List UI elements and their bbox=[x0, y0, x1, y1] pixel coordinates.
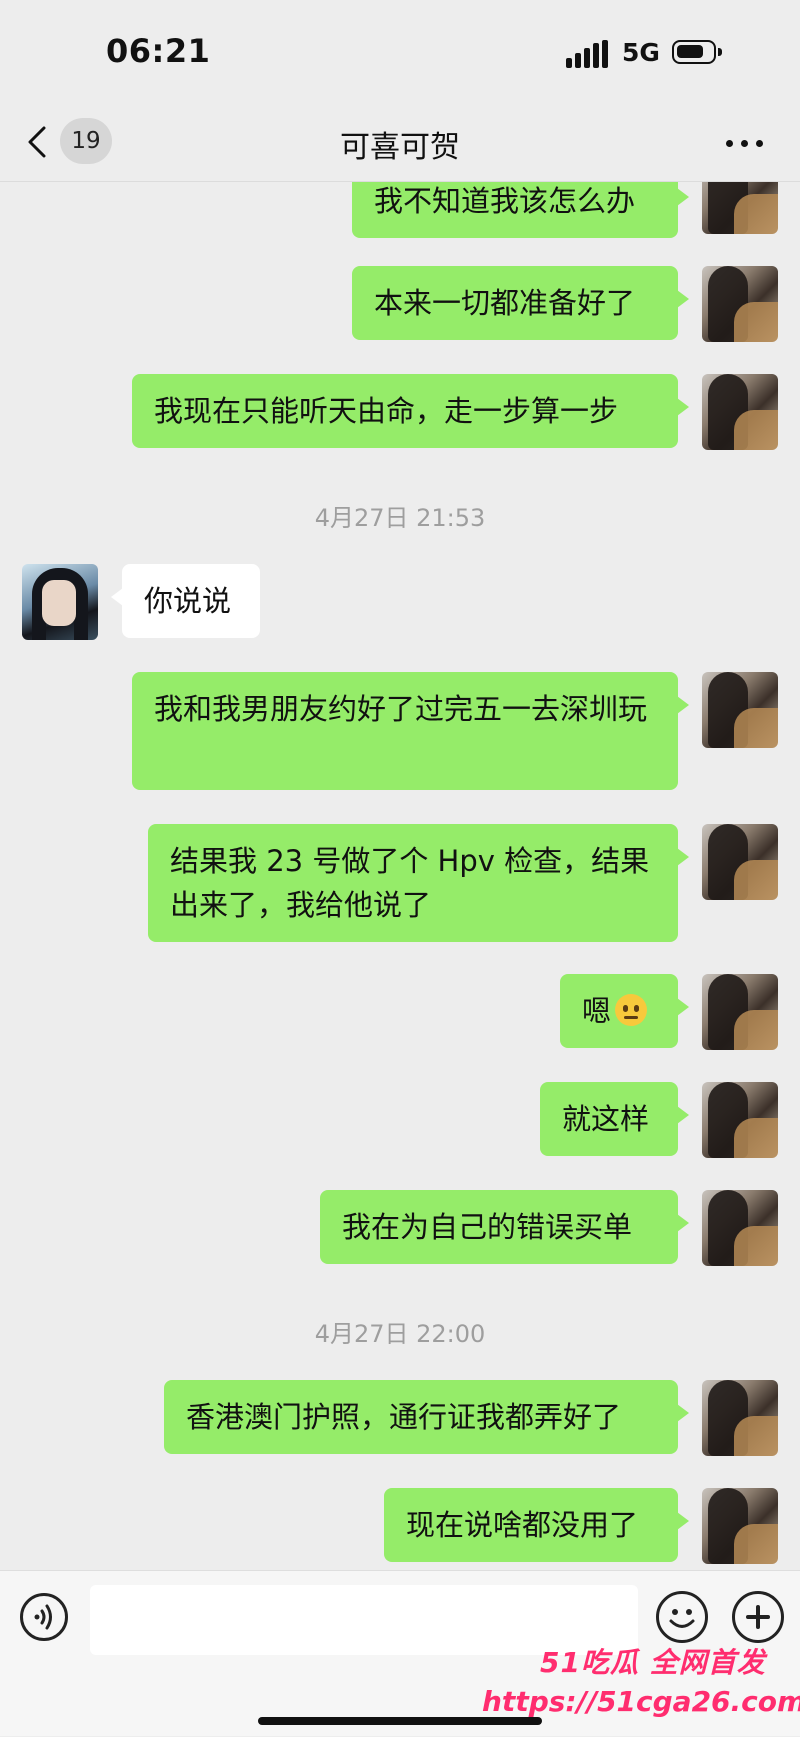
watermark-url: https://51cga26.com bbox=[482, 1685, 800, 1718]
my-avatar[interactable] bbox=[702, 1488, 778, 1564]
outgoing-message-bubble[interactable]: 我和我男朋友约好了过完五一去深圳玩 bbox=[132, 672, 689, 790]
chat-header: 19 可喜可贺 bbox=[0, 100, 800, 182]
network-type: 5G bbox=[622, 38, 660, 67]
outgoing-message-bubble[interactable]: 香港澳门护照，通行证我都弄好了 bbox=[164, 1380, 689, 1454]
message-input[interactable] bbox=[90, 1585, 638, 1655]
outgoing-message-bubble[interactable]: 本来一切都准备好了 bbox=[352, 266, 689, 340]
battery-icon bbox=[672, 40, 722, 64]
outgoing-message-bubble[interactable]: 就这样 bbox=[540, 1082, 689, 1156]
chat-title: 可喜可贺 bbox=[340, 130, 460, 165]
contact-avatar[interactable] bbox=[22, 564, 98, 640]
time-divider: 4月27日 22:00 bbox=[314, 1320, 486, 1348]
unread-count-badge: 19 bbox=[60, 118, 112, 164]
chevron-left-icon bbox=[28, 126, 46, 158]
voice-input-button[interactable] bbox=[20, 1593, 68, 1641]
time-divider: 4月27日 21:53 bbox=[314, 504, 486, 532]
status-bar: 06:21 5G bbox=[0, 0, 800, 100]
outgoing-message-bubble[interactable]: 我不知道我该怎么办 bbox=[352, 182, 689, 238]
my-avatar[interactable] bbox=[702, 672, 778, 748]
message-text: 嗯 bbox=[582, 994, 612, 1028]
outgoing-message-bubble[interactable]: 我在为自己的错误买单 bbox=[320, 1190, 689, 1264]
more-functions-button[interactable] bbox=[732, 1591, 784, 1643]
my-avatar[interactable] bbox=[702, 374, 778, 450]
neutral-face-emoji-icon bbox=[615, 994, 648, 1026]
outgoing-message-bubble[interactable]: 嗯 bbox=[560, 974, 689, 1048]
my-avatar[interactable] bbox=[702, 1190, 778, 1266]
incoming-message-bubble[interactable]: 你说说 bbox=[111, 564, 260, 638]
input-bar: 51吃瓜 全网首发 https://51cga26.com bbox=[0, 1570, 800, 1736]
my-avatar[interactable] bbox=[702, 1380, 778, 1456]
my-avatar[interactable] bbox=[702, 1082, 778, 1158]
outgoing-message-bubble[interactable]: 现在说啥都没用了 bbox=[384, 1488, 689, 1562]
status-time: 06:21 bbox=[106, 32, 211, 70]
home-indicator bbox=[258, 1717, 542, 1725]
outgoing-message-bubble[interactable]: 我现在只能听天由命，走一步算一步 bbox=[132, 374, 689, 448]
my-avatar[interactable] bbox=[702, 266, 778, 342]
back-button[interactable]: 19 bbox=[26, 116, 116, 166]
emoji-button[interactable] bbox=[656, 1591, 708, 1643]
my-avatar[interactable] bbox=[702, 974, 778, 1050]
chat-message-list[interactable]: 我不知道我该怎么办 本来一切都准备好了 我现在只能听天由命，走一步算一步 4月2… bbox=[0, 182, 800, 1570]
voice-icon bbox=[34, 1604, 52, 1630]
my-avatar[interactable] bbox=[702, 182, 778, 234]
my-avatar[interactable] bbox=[702, 824, 778, 900]
more-options-button[interactable] bbox=[720, 122, 770, 162]
outgoing-message-bubble[interactable]: 结果我 23 号做了个 Hpv 检查，结果出来了，我给他说了 bbox=[148, 824, 689, 942]
signal-strength-icon bbox=[566, 40, 610, 68]
emoji-icon bbox=[669, 1609, 695, 1628]
